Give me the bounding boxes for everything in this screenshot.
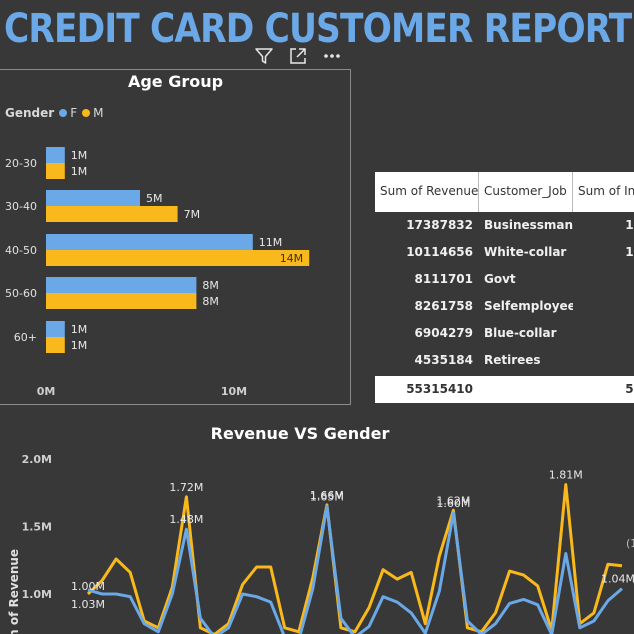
cell-job: Businessman: [484, 218, 573, 232]
data-label: 1.81M: [549, 469, 583, 482]
data-label: 11M: [259, 236, 283, 249]
data-label: 7M: [184, 208, 201, 221]
visual-header: [252, 44, 352, 68]
cell-revenue: 6904279: [414, 326, 473, 340]
data-label: 1.72M: [169, 481, 203, 494]
table-row: 10114656 White-collar 10393: [375, 239, 634, 266]
cell-income: 18695: [625, 218, 634, 232]
y-tick-label: 50-60: [5, 287, 37, 300]
y-axis-label: Sum of Revenue: [7, 549, 21, 634]
cell-revenue: 8261758: [414, 299, 473, 313]
cell-job: Selfemployeed: [484, 299, 573, 313]
bar-m: [46, 293, 197, 309]
header-sum-of-income[interactable]: Sum of Inc: [573, 172, 634, 212]
offscreen-data-label: (1: [626, 537, 634, 550]
revenue-gender-line-chart[interactable]: Sum of Revenue 1.0M1.5M2.0M1.72M1.48M1.66…: [0, 444, 634, 634]
table-row: 4535184 Retirees 4867: [375, 347, 634, 374]
bar-f: [46, 190, 140, 206]
data-label: 1.48M: [169, 513, 203, 526]
y-tick-label: 30-40: [5, 200, 37, 213]
y-tick-label: 60+: [14, 331, 37, 344]
bar-f: [46, 321, 65, 337]
data-label: 1.65M: [310, 490, 344, 503]
y-tick-label: 40-50: [5, 244, 37, 257]
x-tick-label: 10M: [221, 385, 247, 398]
table-row: 8261758 Selfemployeed 7531: [375, 293, 634, 320]
cell-revenue: 8111701: [414, 272, 473, 286]
data-label: 5M: [146, 192, 163, 205]
header-sum-of-revenue[interactable]: Sum of Revenue: [375, 172, 479, 212]
cell-income: 7531: [573, 293, 634, 320]
y-tick-label: 20-30: [5, 157, 37, 170]
bar-m: [46, 206, 178, 222]
data-label: 1M: [71, 149, 88, 162]
table-row: 6904279 Blue-collar 7226: [375, 320, 634, 347]
cell-income: 10393: [625, 245, 634, 259]
data-label: 14M: [280, 252, 304, 265]
cell-job: Blue-collar: [484, 326, 557, 340]
table-row: 8111701 Govt 8877: [375, 266, 634, 293]
bar-f: [46, 277, 197, 293]
bar-m: [46, 163, 65, 179]
data-label: 1.04M: [601, 573, 634, 586]
focus-mode-icon[interactable]: [286, 44, 310, 68]
cell-job: Govt: [484, 272, 516, 286]
data-label: 8M: [202, 295, 219, 308]
total-income: 57591: [625, 382, 634, 396]
cell-income: 7226: [573, 320, 634, 347]
cell-income: 4867: [573, 347, 634, 374]
table-row: 17387832 Businessman 18695: [375, 212, 634, 239]
data-label: 1M: [71, 339, 88, 352]
age-group-panel[interactable]: Age Group Gender F M 20-30 1M 1M 30-40 5M 7M 4…: [0, 69, 351, 405]
job-revenue-table[interactable]: Sum of Revenue Customer_Job Sum of Inc 1…: [375, 172, 634, 404]
data-label: 1.00M: [71, 580, 105, 593]
cell-revenue: 10114656: [406, 245, 473, 259]
table-total-row: 55315410 57591: [375, 376, 634, 403]
data-label: 1M: [71, 165, 88, 178]
header-customer-job[interactable]: Customer_Job: [479, 172, 573, 212]
age-group-bar-chart: 20-30 1M 1M 30-40 5M 7M 40-50 11M 14M 50-60 8M 8M 60…: [5, 147, 310, 398]
cell-job: Retirees: [484, 353, 541, 367]
revenue-chart-title: Revenue VS Gender: [210, 424, 390, 443]
cell-revenue: 17387832: [406, 218, 473, 232]
bar-m: [46, 337, 65, 353]
data-label: 8M: [202, 279, 219, 292]
bar-m: [46, 250, 310, 266]
data-label: 1.03M: [71, 598, 105, 611]
filter-icon[interactable]: [252, 44, 276, 68]
bar-f: [46, 234, 253, 250]
y-tick-label: 1.5M: [22, 521, 52, 534]
line-f: [87, 504, 623, 634]
cell-job: White-collar: [484, 245, 567, 259]
total-job: [479, 376, 573, 403]
data-label: 1M: [71, 323, 88, 336]
cell-revenue: 4535184: [414, 353, 473, 367]
total-revenue: 55315410: [406, 382, 473, 396]
bar-f: [46, 147, 65, 163]
more-options-icon[interactable]: [320, 44, 344, 68]
data-label: 1.60M: [436, 497, 470, 510]
x-tick-label: 0M: [37, 385, 56, 398]
cell-income: 8877: [573, 266, 634, 293]
y-tick-label: 1.0M: [22, 588, 52, 601]
y-tick-label: 2.0M: [22, 453, 52, 466]
table-header: Sum of Revenue Customer_Job Sum of Inc: [375, 172, 634, 212]
